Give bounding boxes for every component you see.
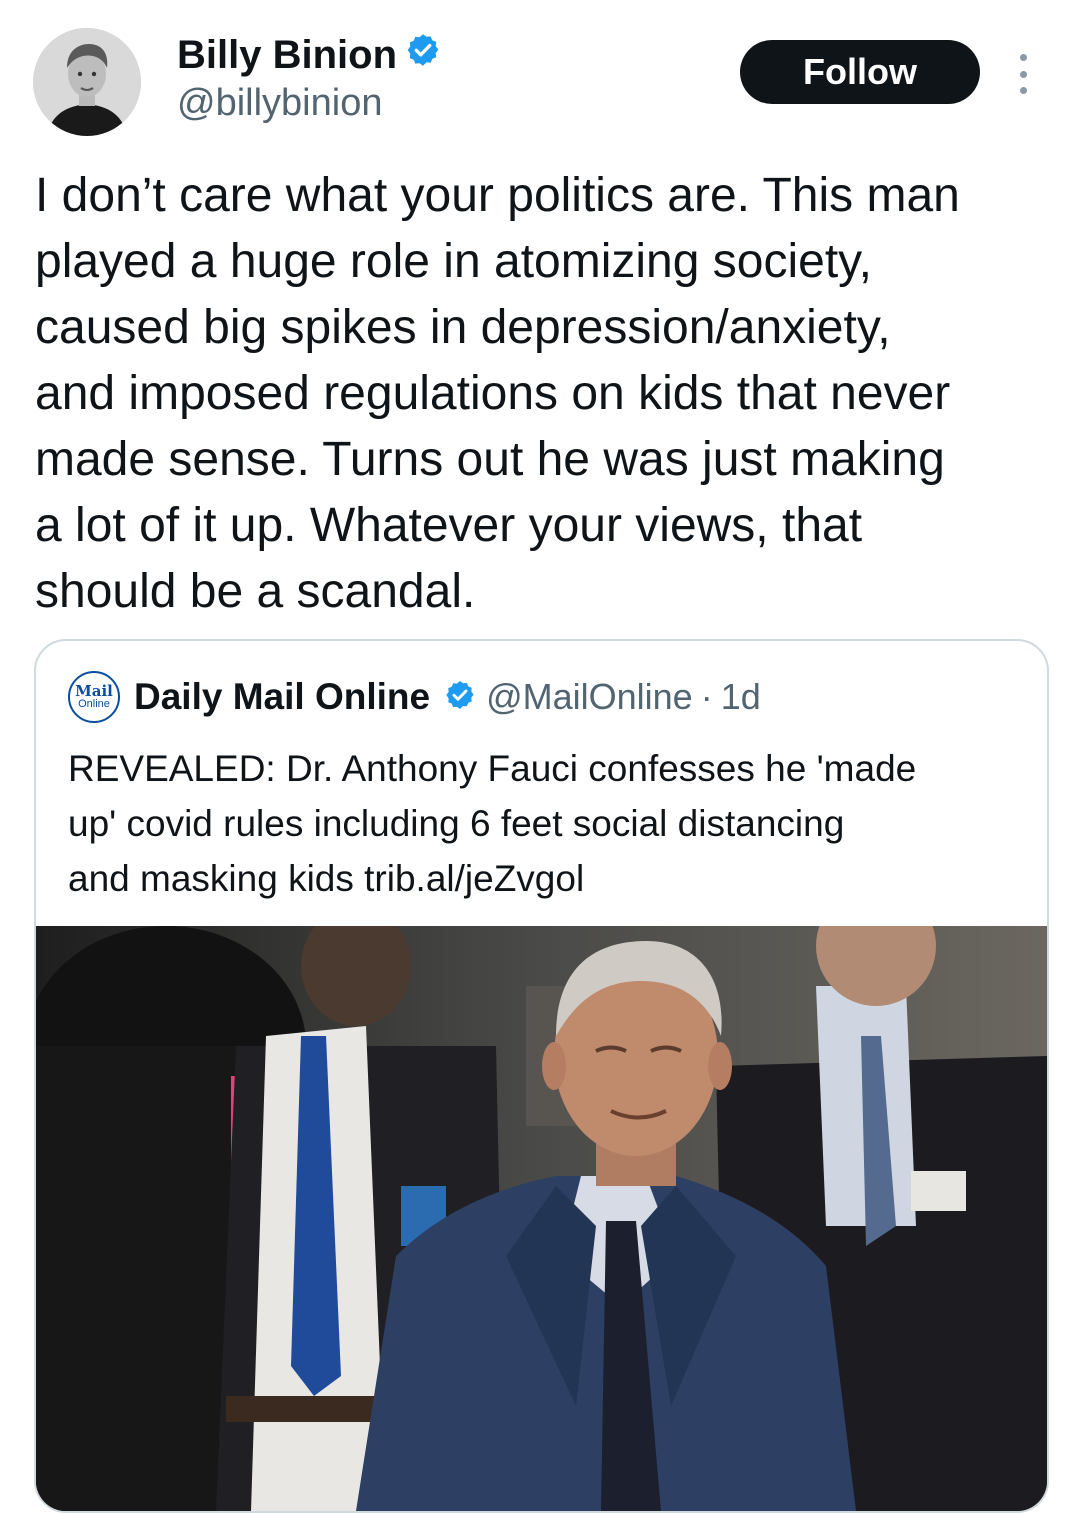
verified-badge-icon [405, 32, 441, 78]
quoted-author-name[interactable]: Daily Mail Online [134, 676, 430, 718]
tweet-text-line: played a huge role in atomizing society, [35, 235, 872, 288]
tweet-text-line: caused big spikes in depression/anxiety, [35, 301, 891, 354]
daily-mail-logo[interactable]: Mail Online [68, 671, 120, 723]
quoted-tweet-photo[interactable] [36, 926, 1047, 1511]
logo-text-online: Online [78, 698, 110, 710]
quoted-text-line: and masking kids trib.al/jeZvgol [68, 858, 585, 899]
follow-button[interactable]: Follow [740, 40, 980, 104]
tweet-text-line: I don’t care what your politics are. Thi… [35, 169, 960, 222]
tweet-text-line: a lot of it up. Whatever your views, tha… [35, 499, 863, 552]
quoted-tweet-timestamp[interactable]: 1d [721, 676, 761, 718]
author-avatar[interactable] [33, 28, 141, 136]
tweet-text-line: should be a scandal. [35, 565, 476, 618]
author-name[interactable]: Billy Binion [177, 33, 397, 78]
logo-text-mail: Mail [75, 682, 113, 700]
author-name-row[interactable]: Billy Binion [177, 32, 441, 78]
quoted-text-line: REVEALED: Dr. Anthony Fauci confesses he… [68, 748, 917, 789]
quoted-tweet-header: Mail Online Daily Mail Online @MailOnlin… [68, 671, 761, 723]
quoted-tweet-card[interactable]: Mail Online Daily Mail Online @MailOnlin… [34, 639, 1049, 1513]
tweet-text-line: made sense. Turns out he was just making [35, 433, 945, 486]
more-vertical-icon[interactable] [1013, 54, 1033, 94]
quoted-author-handle[interactable]: @MailOnline [486, 676, 693, 718]
separator-dot: · [700, 676, 713, 717]
quoted-text-line: up' covid rules including 6 feet social … [68, 803, 845, 844]
quoted-tweet-text: REVEALED: Dr. Anthony Fauci confesses he… [68, 741, 1018, 906]
tweet-text-line: and imposed regulations on kids that nev… [35, 367, 951, 420]
verified-badge-icon [444, 679, 476, 716]
tweet-text: I don’t care what your politics are. Thi… [35, 163, 1045, 625]
avatar-image [33, 28, 141, 136]
photo-image [36, 926, 1047, 1511]
author-handle[interactable]: @billybinion [177, 82, 382, 125]
